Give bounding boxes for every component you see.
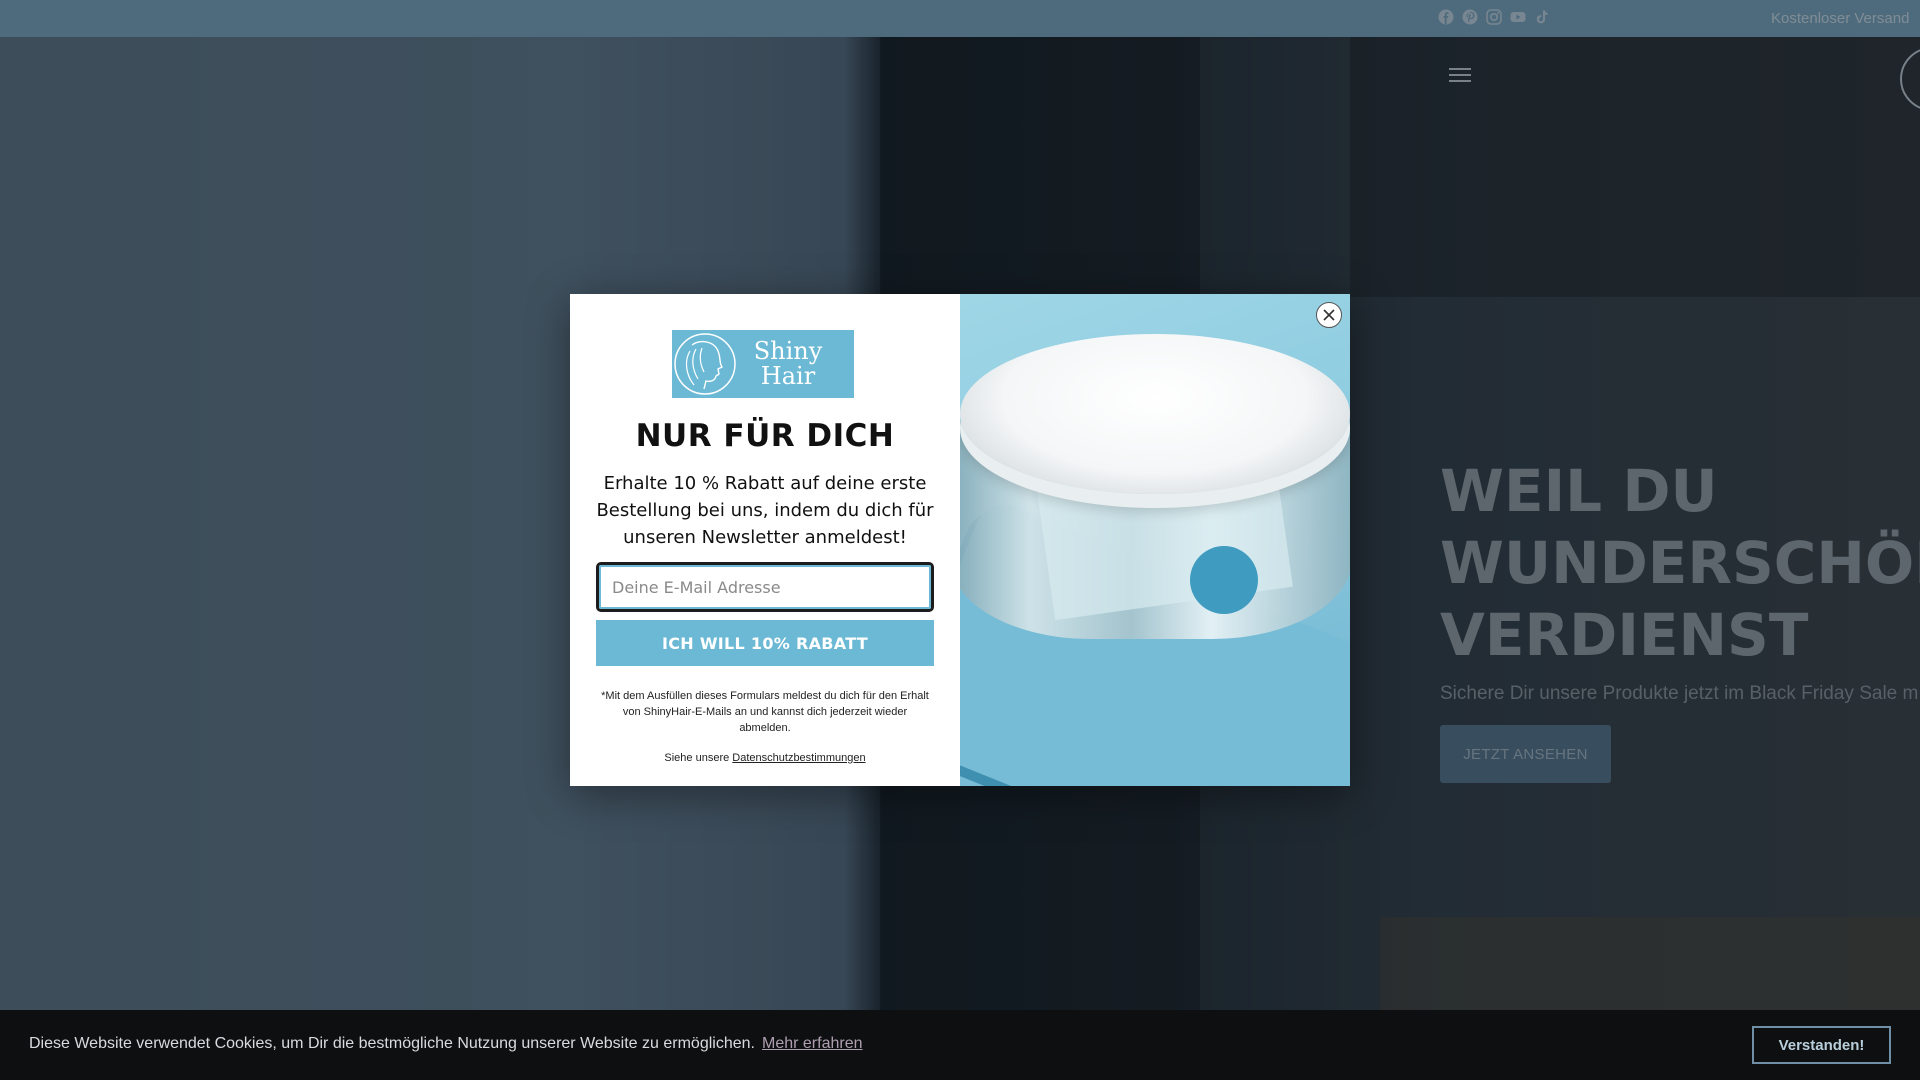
popup-heading: NUR FÜR DICH	[635, 418, 895, 454]
close-popup-button[interactable]	[1316, 302, 1342, 328]
popup-disclaimer: *Mit dem Ausfüllen dieses Formulars meld…	[601, 690, 929, 734]
woman-profile-icon	[674, 333, 736, 395]
product-jar-lid	[960, 334, 1350, 494]
cookie-learn-more-link[interactable]: Mehr erfahren	[762, 1035, 863, 1053]
subscribe-button[interactable]: ICH WILL 10% RABATT	[596, 620, 934, 666]
newsletter-popup: Shiny Hair NUR FÜR DICH Erhalte 10 % Rab…	[570, 294, 1350, 786]
brand-logo: Shiny Hair	[672, 330, 854, 398]
popup-form-panel: Shiny Hair NUR FÜR DICH Erhalte 10 % Rab…	[570, 294, 960, 786]
popup-description: Erhalte 10 % Rabatt auf deine erste Best…	[596, 473, 934, 548]
product-jar-badge	[1190, 546, 1258, 614]
cookie-banner: Diese Website verwendet Cookies, um Dir …	[0, 1010, 1920, 1080]
product-image	[960, 294, 1350, 786]
privacy-prefix: Siehe unsere	[664, 752, 730, 764]
cookie-accept-button[interactable]: Verstanden!	[1752, 1026, 1891, 1064]
brand-name-line: Shiny	[753, 337, 823, 365]
close-icon	[1323, 309, 1335, 321]
email-input[interactable]	[596, 562, 934, 612]
brand-name-line: Hair	[760, 362, 816, 390]
privacy-policy-link[interactable]: Datenschutzbestimmungen	[732, 752, 865, 764]
privacy-notice: Siehe unsere Datenschutzbestimmungen	[570, 752, 960, 764]
cookie-text: Diese Website verwendet Cookies, um Dir …	[29, 1035, 755, 1052]
brand-name: Shiny Hair	[738, 339, 838, 389]
